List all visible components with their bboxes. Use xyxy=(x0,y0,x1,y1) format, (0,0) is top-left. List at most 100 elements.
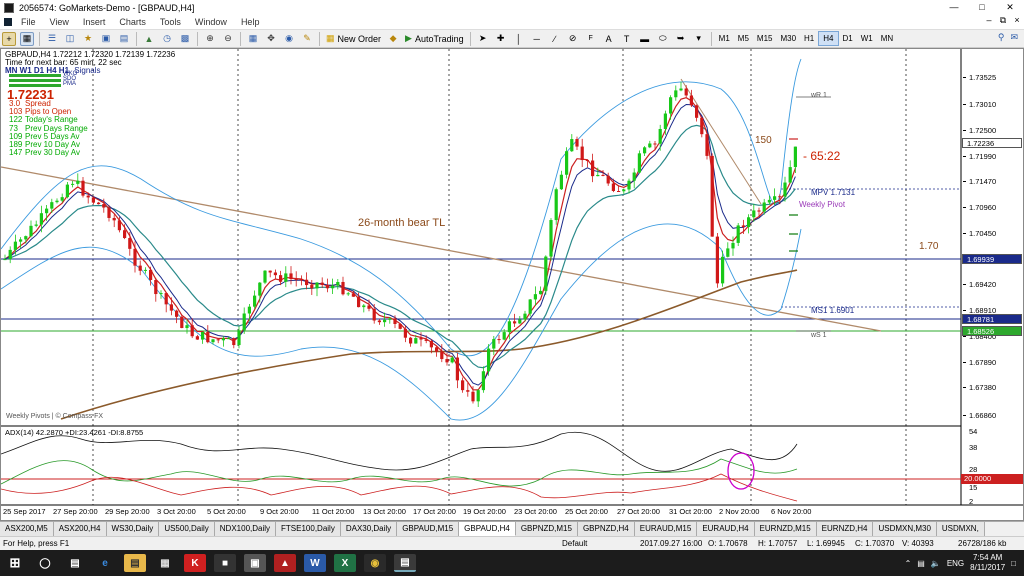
clock[interactable]: 7:54 AM 8/11/2017 xyxy=(970,553,1005,573)
tile-windows-icon[interactable]: ▦ xyxy=(246,32,260,46)
new-chart-icon[interactable]: + xyxy=(2,31,16,46)
candle-body xyxy=(377,320,381,323)
cursor-icon[interactable]: ➤ xyxy=(476,32,490,46)
menu-file[interactable]: File xyxy=(14,17,43,27)
candle-body xyxy=(471,391,475,402)
metatrader-icon[interactable]: ▤ xyxy=(394,554,416,572)
child-close-button[interactable]: × xyxy=(1010,15,1024,26)
periods-icon[interactable]: ◷ xyxy=(160,32,174,46)
chart-tab[interactable]: DAX30,Daily xyxy=(340,522,398,536)
chat-icon[interactable]: ✉ xyxy=(1010,32,1018,43)
notifications-icon[interactable]: □ xyxy=(1011,559,1016,568)
indicators-icon[interactable]: ▲ xyxy=(142,32,156,46)
app-grey-icon[interactable]: ▣ xyxy=(244,554,266,572)
search-icon[interactable]: ⚲ xyxy=(998,32,1005,43)
app-dark-icon[interactable]: ■ xyxy=(214,554,236,572)
menu-view[interactable]: View xyxy=(43,17,76,27)
horizontal-line-icon[interactable]: ─ xyxy=(530,32,544,46)
candle-body xyxy=(689,95,693,106)
menu-insert[interactable]: Insert xyxy=(76,17,113,27)
zoom-out-icon[interactable]: ⊖ xyxy=(221,32,235,46)
rectangle-icon[interactable]: ▬ xyxy=(638,32,652,46)
templates-icon[interactable]: ▩ xyxy=(178,32,192,46)
maximize-button[interactable]: □ xyxy=(968,0,996,15)
autotrading-button[interactable]: ▶ AutoTrading xyxy=(402,31,467,46)
chart-tab[interactable]: GBPAUD,H4 xyxy=(459,522,516,536)
chrome-icon[interactable]: ◉ xyxy=(364,554,386,572)
tf-h1[interactable]: H1 xyxy=(800,31,818,46)
child-restore-button[interactable]: ⧉ xyxy=(996,15,1010,26)
fibonacci-icon[interactable]: F xyxy=(584,32,598,46)
zoom-in-icon[interactable]: ⊕ xyxy=(203,32,217,46)
chart-tab[interactable]: GBPAUD,M15 xyxy=(397,522,460,536)
volume-icon[interactable]: 🔈 xyxy=(931,559,941,568)
app-red-icon[interactable]: ▲ xyxy=(274,554,296,572)
chart-tab[interactable]: EURNZD,M15 xyxy=(754,522,817,536)
chart-tab[interactable]: WS30,Daily xyxy=(106,522,160,536)
data-window-icon[interactable]: ◫ xyxy=(63,32,77,46)
edge-icon[interactable]: e xyxy=(94,554,116,572)
chart-tab[interactable]: NDX100,Daily xyxy=(214,522,277,536)
excel-icon[interactable]: X xyxy=(334,554,356,572)
arrows-icon[interactable]: ➥ xyxy=(674,32,688,46)
chart-window[interactable]: GBPAUD,H4 1.72212 1.72320 1.72139 1.7223… xyxy=(0,48,1024,521)
terminal-icon[interactable]: ▣ xyxy=(99,32,113,46)
start-icon[interactable]: ⊞ xyxy=(4,554,26,572)
candle-body xyxy=(773,196,777,200)
price-chart[interactable] xyxy=(0,49,1023,520)
crosshair-tool-icon[interactable]: ✚ xyxy=(494,32,508,46)
chart-tab[interactable]: ASX200,H4 xyxy=(53,522,107,536)
chart-tab[interactable]: GBPNZD,H4 xyxy=(577,522,635,536)
menu-charts[interactable]: Charts xyxy=(112,17,153,27)
chart-tab[interactable]: US500,Daily xyxy=(159,522,215,536)
menu-help[interactable]: Help xyxy=(234,17,267,27)
crosshair-icon[interactable]: ✥ xyxy=(264,32,278,46)
trendline-icon[interactable]: ∕ xyxy=(548,32,562,46)
search-taskbar-icon[interactable]: ◯ xyxy=(34,554,56,572)
ellipse-icon[interactable]: ⬭ xyxy=(656,32,670,46)
app-k-icon[interactable]: K xyxy=(184,554,206,572)
chart-tab[interactable]: GBPNZD,M15 xyxy=(515,522,578,536)
chart-tab[interactable]: EURAUD,H4 xyxy=(697,522,755,536)
store-icon[interactable]: ▦ xyxy=(154,554,176,572)
chart-tab[interactable]: USDMXN, xyxy=(936,522,985,536)
text-icon[interactable]: A xyxy=(602,32,616,46)
color-settings-icon[interactable]: ◉ xyxy=(282,32,296,46)
menu-window[interactable]: Window xyxy=(188,17,234,27)
profiles-icon[interactable]: ▦ xyxy=(20,31,34,46)
tray-arrow-icon[interactable]: ⌃ xyxy=(905,559,912,568)
network-icon[interactable]: ▤ xyxy=(917,559,925,568)
minimize-button[interactable]: — xyxy=(940,0,968,15)
close-button[interactable]: ✕ xyxy=(996,0,1024,15)
language-indicator[interactable]: ENG xyxy=(947,559,964,568)
new-order-button[interactable]: ▦ New Order xyxy=(323,31,384,46)
chart-tab[interactable]: EURNZD,H4 xyxy=(816,522,874,536)
tester-icon[interactable]: ▤ xyxy=(117,32,131,46)
more-tools-icon[interactable]: ▾ xyxy=(692,32,706,46)
experts-icon[interactable]: ◆ xyxy=(386,32,400,46)
tf-m15[interactable]: M15 xyxy=(753,31,777,46)
word-icon[interactable]: W xyxy=(304,554,326,572)
navigator-icon[interactable]: ★ xyxy=(81,32,95,46)
chart-tab[interactable]: USDMXN,M30 xyxy=(873,522,937,536)
file-explorer-icon[interactable]: ▤ xyxy=(124,554,146,572)
tf-mn[interactable]: MN xyxy=(877,31,897,46)
child-minimize-button[interactable]: – xyxy=(982,15,996,26)
tf-w1[interactable]: W1 xyxy=(857,31,877,46)
label-icon[interactable]: T xyxy=(620,32,634,46)
vertical-line-icon[interactable]: │ xyxy=(512,32,526,46)
tf-h4[interactable]: H4 xyxy=(818,31,839,46)
channel-icon[interactable]: ⊘ xyxy=(566,32,580,46)
candle-body xyxy=(591,160,595,177)
chart-tab[interactable]: ASX200,M5 xyxy=(0,522,54,536)
menu-tools[interactable]: Tools xyxy=(153,17,188,27)
metaeditor-icon[interactable]: ✎ xyxy=(300,32,314,46)
tf-m1[interactable]: M1 xyxy=(715,31,734,46)
tf-m5[interactable]: M5 xyxy=(734,31,753,46)
market-watch-icon[interactable]: ☰ xyxy=(45,32,59,46)
tf-d1[interactable]: D1 xyxy=(839,31,857,46)
tf-m30[interactable]: M30 xyxy=(776,31,800,46)
chart-tab[interactable]: FTSE100,Daily xyxy=(276,522,341,536)
chart-tab[interactable]: EURAUD,M15 xyxy=(634,522,698,536)
task-view-icon[interactable]: ▤ xyxy=(64,554,86,572)
